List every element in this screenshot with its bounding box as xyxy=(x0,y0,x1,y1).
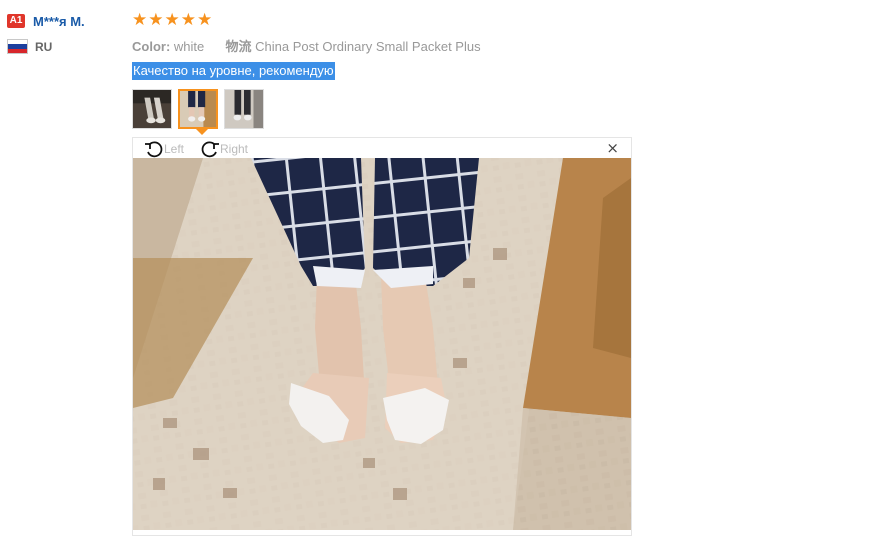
shipping-value: China Post Ordinary Small Packet Plus xyxy=(255,39,481,54)
reviewer-name: М***я М. xyxy=(33,13,85,29)
star-icon: ★ xyxy=(180,10,196,30)
review-thumbnail-1[interactable] xyxy=(132,89,172,129)
rotate-left-icon xyxy=(145,141,163,158)
color-label: Color: xyxy=(132,39,171,54)
rotate-right-icon xyxy=(201,141,219,158)
star-icon: ★ xyxy=(164,10,180,30)
reviewer-country-row: RU xyxy=(7,39,85,54)
rotate-left-button[interactable]: Left xyxy=(144,139,184,159)
star-rating: ★ ★ ★ ★ ★ xyxy=(132,12,632,30)
shipping-label: 物流 xyxy=(225,39,252,54)
star-icon: ★ xyxy=(148,10,164,30)
image-viewer: Left Right × xyxy=(132,137,632,536)
viewer-controls: Left Right × xyxy=(133,138,631,158)
review-thumbnails xyxy=(132,89,632,135)
review-content: ★ ★ ★ ★ ★ Color: white 物流 China Post Ord… xyxy=(132,12,632,135)
selected-thumbnail-caret xyxy=(196,129,208,135)
buyer-level-badge: A1 xyxy=(7,14,25,28)
review-thumbnail-3[interactable] xyxy=(224,89,264,129)
order-attributes: Color: white 物流 China Post Ordinary Smal… xyxy=(132,36,632,55)
reviewer-country: RU xyxy=(35,39,53,54)
russia-flag-icon xyxy=(7,39,28,54)
close-icon[interactable]: × xyxy=(606,141,619,156)
color-value: white xyxy=(173,39,205,54)
review-photo xyxy=(133,158,631,530)
reviewer-info: A1 М***я М. RU xyxy=(7,12,85,54)
review-thumbnail-2[interactable] xyxy=(178,89,218,129)
star-icon: ★ xyxy=(132,10,148,30)
star-icon: ★ xyxy=(197,10,213,30)
reviewer-name-row: A1 М***я М. xyxy=(7,12,85,30)
rotate-right-button[interactable]: Right xyxy=(200,139,248,159)
rotate-right-label: Right xyxy=(220,142,249,156)
rotate-left-label: Left xyxy=(164,142,185,156)
review-comment: Качество на уровне, рекомендую xyxy=(132,62,335,80)
